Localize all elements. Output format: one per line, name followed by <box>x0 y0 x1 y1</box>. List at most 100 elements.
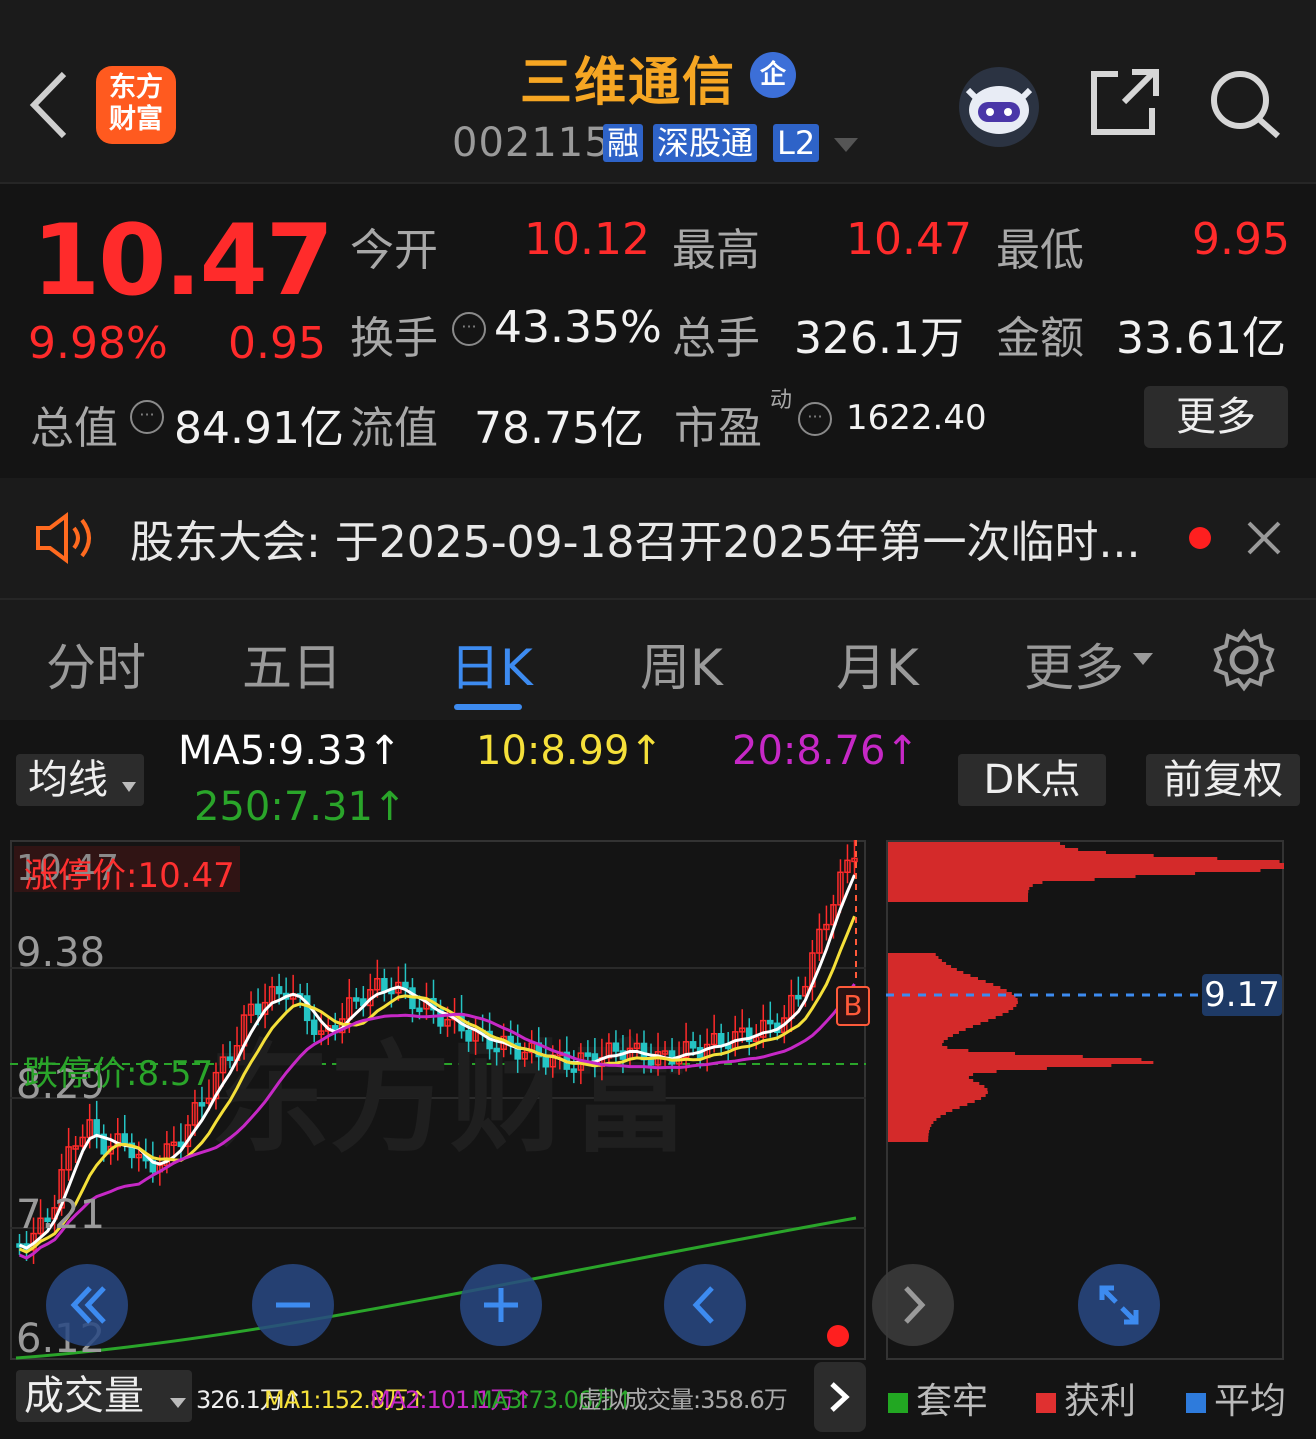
chip-bar <box>888 953 936 956</box>
chip-bar <box>888 866 1284 869</box>
chip-bar <box>888 878 1095 881</box>
chip-bar <box>888 1001 1018 1004</box>
tab-weekly-k[interactable]: 周K <box>640 628 723 700</box>
chip-bar <box>888 1073 974 1076</box>
chip-bar <box>888 1136 929 1139</box>
chip-bar <box>888 869 1261 872</box>
search-icon[interactable] <box>1208 68 1284 140</box>
market-cap-info-icon[interactable]: ··· <box>130 400 164 434</box>
candle-body <box>647 1058 655 1066</box>
tab-monthly-k[interactable]: 月K <box>836 628 919 700</box>
chip-bar <box>888 1085 985 1088</box>
turnover-value: 43.35% <box>494 302 662 353</box>
candle-body <box>254 1003 262 1015</box>
turnover-info-icon[interactable]: ··· <box>452 312 486 346</box>
close-icon[interactable] <box>1246 520 1282 556</box>
stock-name[interactable]: 三维通信 <box>520 40 736 115</box>
app-logo[interactable]: 东方 财富 <box>96 66 176 144</box>
fullscreen-button[interactable] <box>1078 1264 1160 1346</box>
dk-point-button[interactable]: DK点 <box>958 754 1106 806</box>
market-cap-label: 总值 <box>30 403 118 454</box>
legend-profit-swatch <box>1036 1393 1056 1413</box>
chip-bar <box>888 1088 988 1091</box>
chip-bar <box>888 845 1066 848</box>
chip-bar <box>888 1097 982 1100</box>
chip-bar <box>888 875 1136 878</box>
ma5-value: MA5:9.33↑ <box>178 728 402 774</box>
volume-value: 326.1万 <box>794 313 964 364</box>
tab-five-day[interactable]: 五日 <box>242 628 342 700</box>
tab-daily-k[interactable]: 日K <box>450 628 533 700</box>
chip-bar <box>888 1052 1016 1055</box>
low-value: 9.95 <box>1192 214 1290 265</box>
candle-body <box>226 1056 234 1061</box>
tab-intraday[interactable]: 分时 <box>46 628 146 700</box>
candle-body <box>416 1007 423 1013</box>
chip-bar <box>888 1040 944 1043</box>
chip-bar <box>888 1130 930 1133</box>
chip-bar <box>888 1106 960 1109</box>
notice-text[interactable]: 股东大会: 于2025-09-18召开2025年第一次临时... <box>130 506 1140 570</box>
chip-bar <box>888 1109 953 1112</box>
amount-value: 33.61亿 <box>1116 313 1286 364</box>
pe-info-icon[interactable]: ··· <box>798 402 832 436</box>
current-price: 10.47 <box>32 204 334 318</box>
chip-bar <box>888 1022 981 1025</box>
settings-gear-icon[interactable] <box>1212 628 1276 692</box>
chevron-right-icon <box>904 1286 926 1324</box>
chip-bar <box>888 896 1029 899</box>
float-cap-value: 78.75亿 <box>474 403 644 454</box>
speaker-icon <box>36 512 91 564</box>
chip-bar <box>888 1091 988 1094</box>
open-label: 今开 <box>350 225 438 276</box>
adjust-button[interactable]: 前复权 <box>1146 754 1300 806</box>
watermark: 东方财富 <box>210 1032 690 1166</box>
tab-more[interactable]: 更多 <box>1024 628 1124 700</box>
chip-bar <box>888 1031 959 1034</box>
volume-dropdown-icon <box>169 1398 186 1408</box>
chip-bar <box>888 1016 996 1019</box>
enterprise-badge: 企 <box>750 52 796 98</box>
chip-bar <box>888 965 952 968</box>
robot-assistant-icon[interactable] <box>954 62 1044 148</box>
share-icon[interactable] <box>1088 68 1162 138</box>
chip-bar <box>888 1034 953 1037</box>
scroll-left-button[interactable] <box>664 1264 746 1346</box>
chip-bar <box>888 881 1043 884</box>
buy-marker[interactable]: B <box>836 986 870 1026</box>
volume-selector[interactable]: 成交量 <box>16 1370 192 1422</box>
chip-bar <box>888 1124 932 1127</box>
chip-bar <box>888 1010 1009 1013</box>
chip-bar <box>888 1037 948 1040</box>
jump-back-button[interactable] <box>46 1264 128 1346</box>
dropdown-arrow-icon[interactable] <box>832 136 860 154</box>
back-arrow-icon[interactable] <box>28 70 68 140</box>
chip-bar <box>888 956 939 959</box>
zoom-out-button[interactable] <box>252 1264 334 1346</box>
turnover-label: 换手 <box>350 313 438 364</box>
limit-down-label: 跌停价:8.57 <box>24 1054 214 1094</box>
chip-bar <box>888 890 1029 893</box>
legend-average: 平均 <box>1186 1372 1286 1424</box>
chip-bar <box>888 1133 929 1136</box>
zoom-in-button[interactable] <box>460 1264 542 1346</box>
ma-selector[interactable]: 均线 <box>16 754 144 806</box>
plus-icon <box>484 1288 518 1322</box>
candle-body <box>795 994 802 1000</box>
candle-body <box>542 1055 550 1068</box>
chip-bar <box>888 899 1029 902</box>
candle-body <box>310 1019 318 1035</box>
chip-bar <box>888 983 994 986</box>
chip-bar <box>888 863 1284 866</box>
chip-bar <box>888 974 971 977</box>
candle-body <box>689 1041 697 1049</box>
scroll-right-button[interactable] <box>872 1264 954 1346</box>
chip-bar <box>888 1025 973 1028</box>
open-value: 10.12 <box>524 214 650 265</box>
chip-bar <box>888 998 1018 1001</box>
expand-panel-button[interactable] <box>814 1362 866 1432</box>
chip-bar <box>888 1112 946 1115</box>
legend-profit: 获利 <box>1036 1372 1136 1424</box>
more-quote-button[interactable]: 更多 <box>1144 386 1288 448</box>
candle-body <box>275 986 283 995</box>
